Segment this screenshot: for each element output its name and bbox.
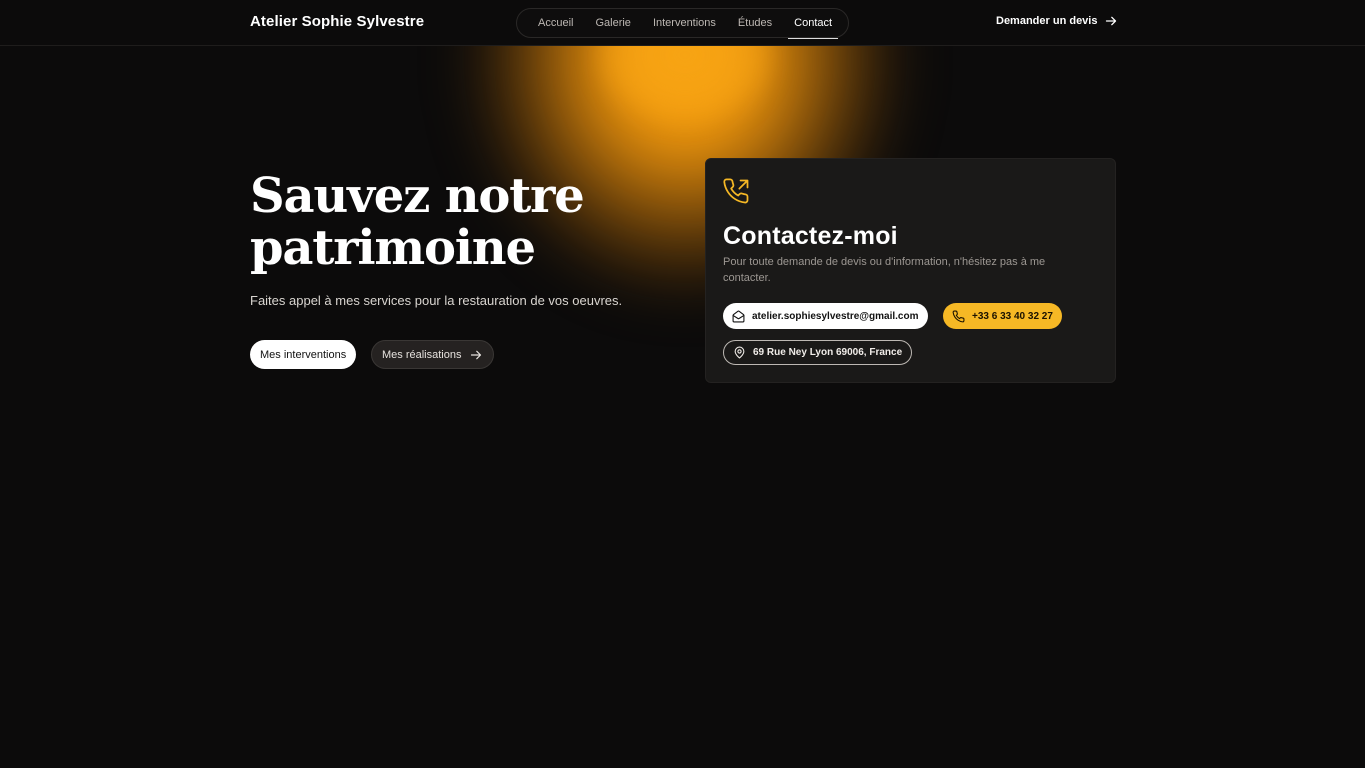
interventions-button[interactable]: Mes interventions (250, 340, 357, 369)
nav-item-galerie[interactable]: Galerie (584, 9, 641, 37)
contact-card: Contactez-moi Pour toute demande de devi… (705, 158, 1116, 383)
nav-item-contact[interactable]: Contact (783, 9, 843, 39)
phone-outgoing-icon (723, 178, 749, 204)
contact-description: Pour toute demande de devis ou d'informa… (723, 256, 1046, 284)
map-pin-icon (734, 346, 745, 359)
nav-item-accueil[interactable]: Accueil (527, 9, 584, 37)
phone-chip[interactable]: +33 6 33 40 32 27 (943, 303, 1062, 329)
interventions-button-label: Mes interventions (260, 348, 347, 361)
request-quote-link[interactable]: Demander un devis (996, 15, 1117, 27)
address-chip[interactable]: 69 Rue Ney Lyon 69006, France (723, 340, 913, 365)
realisations-button[interactable]: Mes réalisations (371, 340, 495, 369)
address-text: 69 Rue Ney Lyon 69006, France (753, 347, 903, 358)
arrow-right-icon (1106, 16, 1117, 26)
request-quote-label: Demander un devis (996, 15, 1098, 27)
phone-icon (952, 310, 965, 322)
contact-title: Contactez-moi (723, 222, 898, 250)
realisations-button-label: Mes réalisations (382, 348, 462, 361)
mail-open-icon (732, 310, 745, 322)
nav-item-interventions[interactable]: Interventions (642, 9, 727, 37)
site-header: Atelier Sophie Sylvestre Accueil Galerie… (0, 0, 1365, 46)
page: Atelier Sophie Sylvestre Accueil Galerie… (0, 0, 1365, 768)
email-chip[interactable]: atelier.sophiesylvestre@gmail.com (723, 303, 928, 329)
hero-subtitle: Faites appel à mes services pour la rest… (250, 293, 623, 308)
arrow-right-icon (471, 350, 482, 359)
hero-title-line1: Sauvez notre (250, 168, 585, 224)
phone-text: +33 6 33 40 32 27 (972, 310, 1053, 322)
hero-title-line2: patrimoine (250, 220, 536, 276)
brand-logo[interactable]: Atelier Sophie Sylvestre (250, 13, 424, 30)
email-text: atelier.sophiesylvestre@gmail.com (752, 310, 919, 322)
nav-item-etudes[interactable]: Études (727, 9, 783, 37)
main-nav: Accueil Galerie Interventions Études Con… (516, 8, 849, 39)
hero-title: Sauvez notre patrimoine (250, 170, 670, 274)
